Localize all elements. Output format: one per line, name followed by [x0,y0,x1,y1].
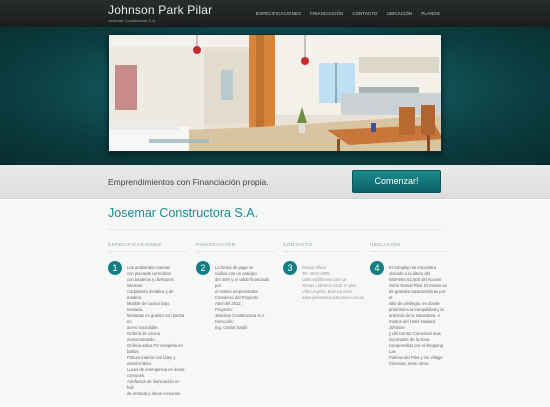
column-ubicacion: UBICACIÓN 4 El complejo se encuentra ubi… [370,242,448,367]
interior-photo [108,34,442,152]
column-contacto: CONTACTO 3 Roque Alfaro Tel: 4542-3005 c… [283,242,364,301]
nav-contacto[interactable]: CONTACTO [352,11,377,16]
brand[interactable]: Johnson Park Pilar Josemar Constructora … [108,4,212,24]
column-rule [283,251,361,252]
column-rule [108,251,186,252]
column-heading: CONTACTO [283,242,313,247]
site-title[interactable]: Johnson Park Pilar [108,4,212,17]
column-text: Los ambientes cuentan con placards corre… [127,265,185,396]
column-heading: UBICACIÓN [370,242,401,247]
nav-planos[interactable]: PLANOS [421,11,440,16]
top-header: Johnson Park Pilar Josemar Constructora … [0,0,550,27]
nav-especificaciones[interactable]: ESPECIFICACIONES [256,11,301,16]
main-content: Josemar Constructora S.A. ESPECIFICACION… [0,200,550,407]
company-title: Josemar Constructora S.A. [108,206,259,220]
main-nav: ESPECIFICACIONES FINANCIACIÓN CONTACTO U… [256,11,440,16]
column-text: La forma de pago se realiza con un antic… [215,265,270,330]
column-heading: FINANCIACIÓN [196,242,236,247]
step-number-badge: 1 [108,261,122,275]
step-number-badge: 2 [196,261,210,275]
promo-text: Emprendimientos con Financiación propia. [108,177,269,187]
hero-banner [0,27,550,165]
nav-financiacion[interactable]: FINANCIACIÓN [310,11,343,16]
promo-bar: Emprendimientos con Financiación propia.… [0,165,550,199]
step-number-badge: 4 [370,261,384,275]
site-subtitle: Josemar Constructora S.A. [108,18,157,23]
column-rule [370,251,448,252]
column-financiacion: FINANCIACIÓN 2 La forma de pago se reali… [196,242,274,331]
step-number-badge: 3 [283,261,297,275]
section-divider [108,229,442,230]
nav-ubicacion[interactable]: UBICACIÓN [387,11,413,16]
comenzar-button[interactable]: Comenzar! [352,170,441,193]
column-heading: ESPECIFICACIONES [108,242,162,247]
column-especificaciones: ESPECIFICACIONES 1 Los ambientes cuentan… [108,242,186,397]
column-rule [196,251,274,252]
column-text: El complejo se encuentra ubicado a la al… [389,265,447,366]
